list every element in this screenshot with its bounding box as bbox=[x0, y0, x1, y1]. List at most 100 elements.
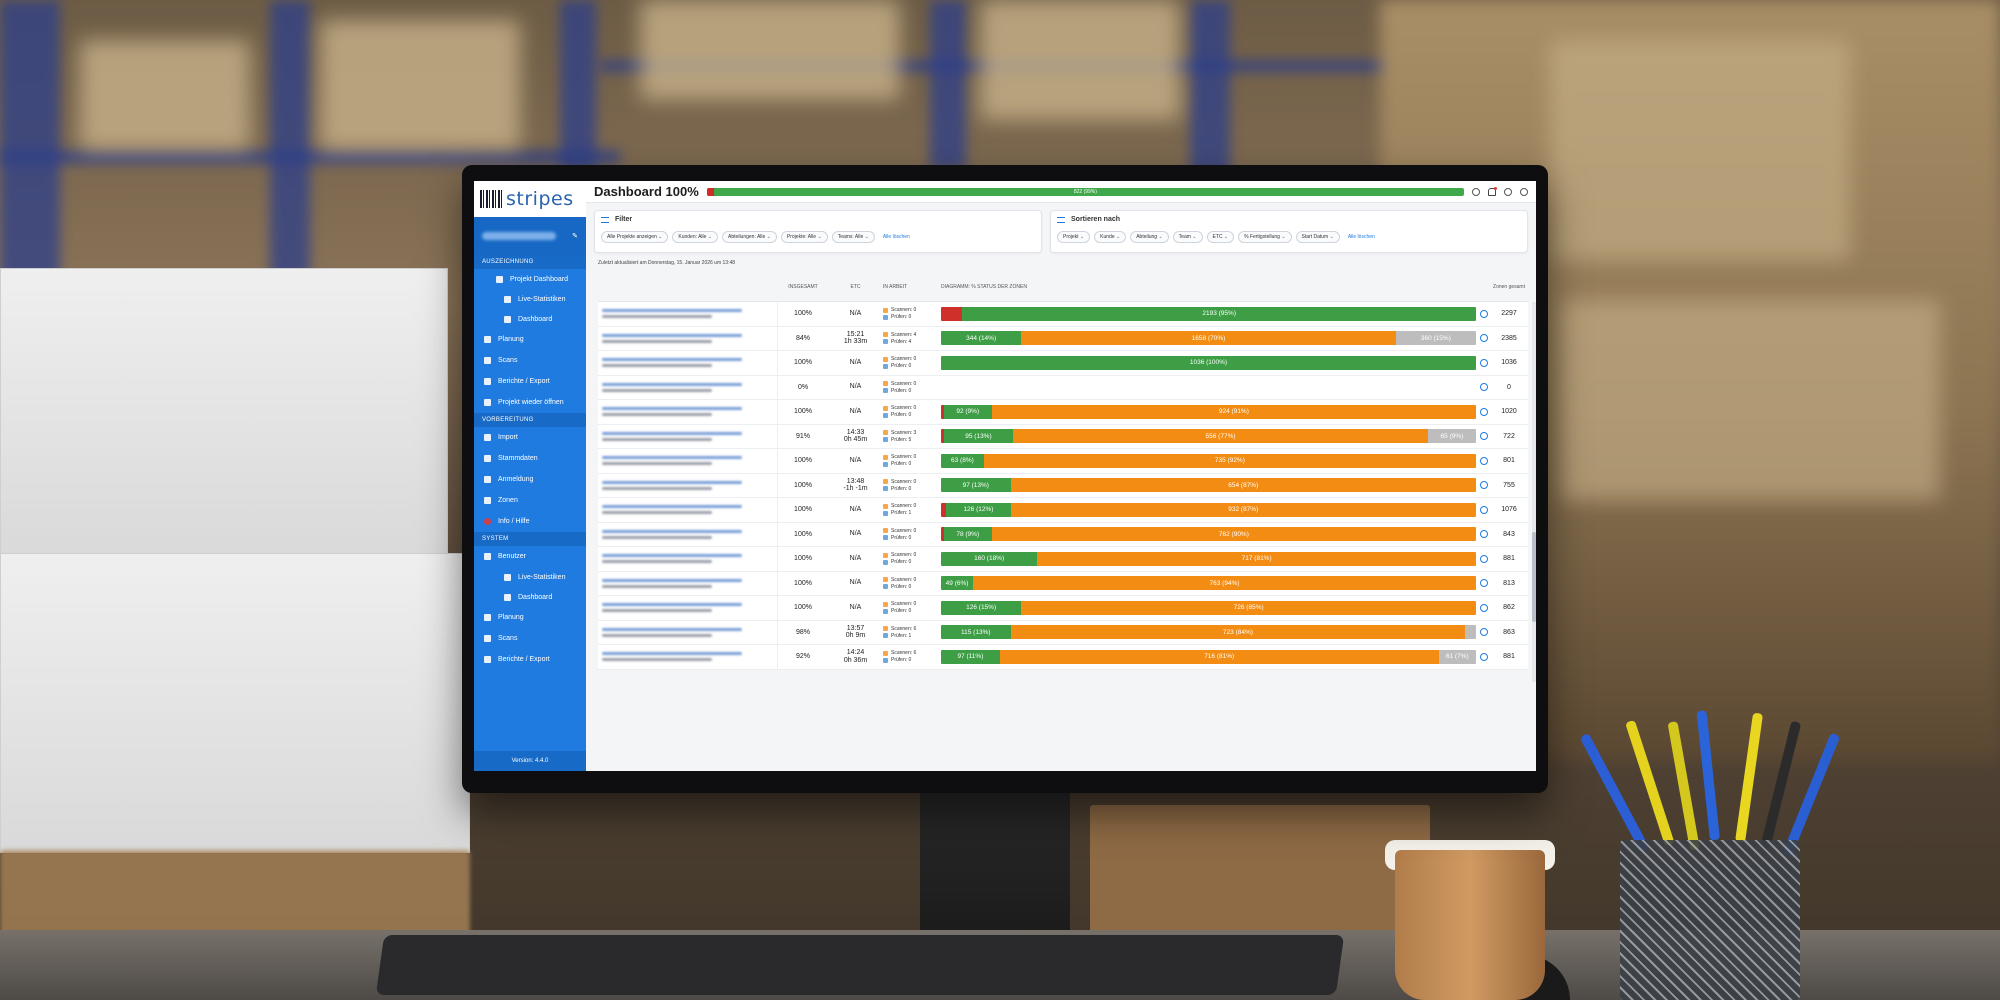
sidebar-item[interactable]: Zonen bbox=[474, 490, 586, 511]
etc-time: N/A bbox=[849, 579, 862, 587]
zone-status-bar: 78 (9%) 762 (90%) bbox=[941, 527, 1476, 542]
info-icon[interactable] bbox=[1480, 383, 1488, 392]
table-row[interactable]: 100% N/A Scannen: 0 Prüfen: 0 78 (9%) 762 (90… bbox=[598, 522, 1528, 547]
header-total[interactable]: INSGESAMT bbox=[778, 284, 828, 290]
sidebar-item[interactable]: Anmeldung bbox=[474, 469, 586, 490]
table-row[interactable]: 100% N/A Scannen: 0 Prüfen: 0 1036 (100%) 103… bbox=[598, 351, 1528, 376]
etc-time: N/A bbox=[849, 358, 862, 366]
info-icon[interactable] bbox=[1480, 530, 1488, 539]
header-etc[interactable]: ETC bbox=[828, 284, 883, 290]
info-icon[interactable] bbox=[1480, 652, 1488, 661]
info-icon[interactable] bbox=[1480, 309, 1488, 318]
table-row[interactable]: 100% 13:48 -1h -1m Scannen: 0 Prüfen: 0 97 (1… bbox=[598, 473, 1528, 498]
etc-cell: N/A bbox=[828, 604, 883, 612]
header-zones-total[interactable]: Zonen gesamt bbox=[1490, 284, 1528, 290]
scan-count: Scannen: 6 bbox=[891, 650, 917, 657]
sidebar-item[interactable]: Import bbox=[474, 427, 586, 448]
scan-legend-icon bbox=[883, 332, 888, 338]
table-row[interactable]: 92% 14:24 0h 36m Scannen: 6 Prüfen: 0 97 (11%… bbox=[598, 645, 1528, 670]
table-row[interactable]: 84% 15:21 1h 33m Scannen: 4 Prüfen: 4 344 (14… bbox=[598, 326, 1528, 351]
filter-chip[interactable]: Kunden: Alle bbox=[672, 231, 719, 243]
info-icon[interactable] bbox=[1480, 628, 1488, 637]
sort-chip[interactable]: Start Datum bbox=[1295, 231, 1340, 243]
in-progress-cell: Scannen: 3 Prüfen: 5 bbox=[883, 430, 941, 443]
app-screen: stripes ✎ AUSZEICHNUNG Projekt Dashboard L… bbox=[474, 181, 1536, 771]
sidebar-item[interactable]: Dashboard bbox=[474, 587, 586, 607]
user-profile[interactable]: ✎ bbox=[474, 217, 586, 255]
table-row[interactable]: 91% 14:33 0h 45m Scannen: 3 Prüfen: 5 95 (13%… bbox=[598, 424, 1528, 449]
user-account-icon[interactable] bbox=[1520, 187, 1528, 196]
filter-chip[interactable]: Projekte: Alle bbox=[780, 231, 828, 243]
info-icon[interactable] bbox=[1480, 456, 1488, 465]
info-icon[interactable] bbox=[1480, 579, 1488, 588]
sidebar-item[interactable]: Planung bbox=[474, 607, 586, 628]
info-icon[interactable] bbox=[1480, 407, 1488, 416]
filter-chip[interactable]: Alle Projekte anzeigen bbox=[601, 231, 669, 243]
project-name-blurred bbox=[598, 498, 778, 522]
table-row[interactable]: 100% N/A Scannen: 0 Prüfen: 0 49 (6%) 763 (94… bbox=[598, 571, 1528, 596]
sort-chip[interactable]: % Fertigstellung bbox=[1238, 231, 1292, 243]
info-icon[interactable] bbox=[1480, 432, 1488, 441]
logo[interactable]: stripes bbox=[474, 181, 586, 217]
bar-segment-orange: 924 (91%) bbox=[991, 404, 1476, 419]
sort-chip[interactable]: Abteilung bbox=[1130, 231, 1169, 243]
sort-chip[interactable]: Kunde bbox=[1094, 231, 1127, 243]
sidebar-item[interactable]: Stammdaten bbox=[474, 448, 586, 469]
sort-chip[interactable]: ETC bbox=[1206, 231, 1235, 243]
project-table: INSGESAMT ETC In Arbeit DIAGRAMM: % Stat… bbox=[586, 272, 1536, 771]
sort-chips: ProjektKundeAbteilungTeamETC% Fertigstel… bbox=[1057, 231, 1521, 243]
scan-legend-icon bbox=[883, 503, 888, 509]
filter-chip[interactable]: Teams: Alle bbox=[831, 231, 875, 243]
project-name-blurred bbox=[598, 645, 778, 669]
info-icon[interactable] bbox=[1480, 334, 1488, 343]
sort-clear-link[interactable]: Alle löschen bbox=[1348, 234, 1375, 240]
bar-segment-green: 126 (12%) bbox=[946, 502, 1011, 517]
info-icon[interactable] bbox=[1480, 358, 1488, 367]
scan-count: Scannen: 0 bbox=[891, 576, 917, 583]
edit-icon[interactable]: ✎ bbox=[572, 232, 578, 240]
sidebar-item[interactable]: Projekt wieder öffnen bbox=[474, 392, 586, 413]
sidebar-item[interactable]: Scans bbox=[474, 628, 586, 649]
check-legend-icon bbox=[883, 388, 888, 394]
etc-cell: N/A bbox=[828, 383, 883, 391]
table-row[interactable]: 98% 13:57 0h 9m Scannen: 6 Prüfen: 1 115 (13%… bbox=[598, 620, 1528, 645]
sidebar-item[interactable]: Planung bbox=[474, 329, 586, 350]
header-in-progress[interactable]: In Arbeit bbox=[883, 284, 941, 290]
sidebar-item[interactable]: Berichte / Export bbox=[474, 371, 586, 392]
table-row[interactable]: 100% N/A Scannen: 0 Prüfen: 1 126 (12%) 932 (… bbox=[598, 498, 1528, 523]
info-icon[interactable] bbox=[1472, 187, 1480, 196]
scan-count: Scannen: 0 bbox=[891, 307, 917, 314]
sidebar-item-label: Projekt Dashboard bbox=[510, 275, 568, 283]
filter-chip[interactable]: Abteilungen: Alle bbox=[722, 231, 777, 243]
table-row[interactable]: 0% N/A Scannen: 0 Prüfen: 0 0 bbox=[598, 375, 1528, 400]
sidebar-item[interactable]: Info / Hilfe bbox=[474, 511, 586, 532]
total-percent: 100% bbox=[794, 555, 812, 563]
sidebar-item[interactable]: Scans bbox=[474, 350, 586, 371]
sidebar-item[interactable]: Live-Statistiken bbox=[474, 567, 586, 587]
project-name-blurred bbox=[598, 449, 778, 473]
sidebar-item[interactable]: Benutzer bbox=[474, 546, 586, 567]
sidebar-item[interactable]: Dashboard bbox=[474, 309, 586, 329]
table-row[interactable]: 100% N/A Scannen: 0 Prüfen: 0 63 (8%) 735 (92… bbox=[598, 449, 1528, 474]
sidebar-item[interactable]: Projekt Dashboard bbox=[474, 269, 586, 289]
info-icon[interactable] bbox=[1480, 505, 1488, 514]
info-icon[interactable] bbox=[1480, 603, 1488, 612]
info-icon[interactable] bbox=[1480, 481, 1488, 490]
sidebar-item[interactable]: Live-Statistiken bbox=[474, 289, 586, 309]
table-row[interactable]: 100% N/A Scannen: 0 Prüfen: 0 92 (9%) 924 (91… bbox=[598, 400, 1528, 425]
sidebar-item[interactable]: Berichte / Export bbox=[474, 649, 586, 670]
top-bar: Dashboard 100% 822 (99%) bbox=[586, 181, 1536, 203]
table-scrollbar[interactable] bbox=[1532, 302, 1536, 682]
table-row[interactable]: 100% N/A Scannen: 0 Prüfen: 0 160 (18%) 717 (… bbox=[598, 547, 1528, 572]
sidebar-section-header[interactable]: AUSZEICHNUNG bbox=[474, 255, 586, 269]
notification-bell-icon[interactable] bbox=[1488, 187, 1496, 196]
sort-chip[interactable]: Projekt bbox=[1057, 231, 1091, 243]
info-icon[interactable] bbox=[1480, 554, 1488, 563]
sort-chip[interactable]: Team bbox=[1172, 231, 1203, 243]
sidebar-section-header[interactable]: SYSTEM bbox=[474, 532, 586, 546]
filter-clear-link[interactable]: Alle löschen bbox=[883, 234, 910, 240]
table-row[interactable]: 100% N/A Scannen: 0 Prüfen: 0 2193 (95%) 2297 bbox=[598, 302, 1528, 327]
table-row[interactable]: 100% N/A Scannen: 0 Prüfen: 0 126 (15%) 726 (… bbox=[598, 596, 1528, 621]
globe-icon[interactable] bbox=[1504, 187, 1512, 196]
sidebar-section-header[interactable]: VORBEREITUNG bbox=[474, 413, 586, 427]
